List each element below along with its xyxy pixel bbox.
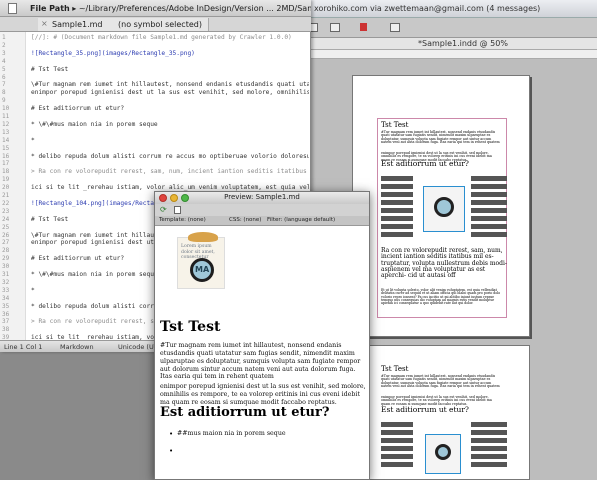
preview-paragraph: #Tur magnam rem iumet int hillautest, no… bbox=[160, 342, 361, 381]
placeholder-line bbox=[381, 446, 413, 451]
placeholder-line bbox=[381, 216, 413, 221]
magnifier-icon: MA bbox=[190, 258, 214, 282]
list-bullet: • bbox=[169, 447, 174, 455]
placed-image-frame[interactable] bbox=[425, 434, 461, 474]
document-tab-label: *Sample1.indd @ 50% bbox=[418, 39, 508, 48]
code-line: \#Tur magnam rem iumet int hillautest, n… bbox=[31, 81, 309, 89]
preview-title-bar: Preview: Sample1.md bbox=[155, 192, 369, 204]
code-line: # Tst Test bbox=[31, 65, 69, 73]
preview-toolbar: ⟳ bbox=[155, 204, 369, 216]
placeholder-line bbox=[471, 176, 507, 181]
placeholder-line bbox=[471, 462, 507, 467]
document-tab[interactable]: *Sample1.indd @ 50% bbox=[300, 38, 597, 50]
placeholder-line bbox=[381, 430, 413, 435]
placed-image-frame[interactable] bbox=[423, 186, 465, 232]
placeholder-line bbox=[471, 422, 507, 427]
hat-icon bbox=[188, 232, 218, 242]
document-icon[interactable] bbox=[174, 206, 181, 214]
preview-title: Preview: Sample1.md bbox=[224, 193, 300, 201]
placeholder-line bbox=[471, 208, 507, 213]
language-selector[interactable]: Markdown bbox=[60, 343, 94, 351]
page-paragraph: #Tur magnam rem iumet int hillautest, no… bbox=[381, 374, 500, 389]
code-line: # Est aditiorrum ut etur? bbox=[31, 105, 125, 113]
placeholder-line bbox=[471, 232, 507, 237]
css-selector[interactable]: CSS: (none) bbox=[229, 217, 261, 223]
document-page[interactable]: Tst Test #Tur magnam rem iumet int hilla… bbox=[352, 345, 530, 480]
code-line: ![Rectangle_35.png](images/Rectangle_35.… bbox=[31, 49, 195, 57]
symbol-label: (no symbol selected) bbox=[118, 20, 202, 29]
refresh-icon[interactable]: ⟳ bbox=[160, 205, 167, 214]
placeholder-line bbox=[471, 200, 507, 205]
list-bullet: • bbox=[169, 430, 174, 438]
page-paragraph: #Tur magnam rem iumet int hillautest, no… bbox=[381, 130, 500, 145]
placeholder-line bbox=[471, 224, 507, 229]
placeholder-line bbox=[471, 184, 507, 189]
placeholder-line bbox=[471, 430, 507, 435]
filter-selector[interactable]: Filter: (language default) bbox=[267, 217, 335, 223]
document-icon bbox=[8, 3, 17, 14]
placeholder-line bbox=[381, 454, 413, 459]
magnifier-icon bbox=[435, 444, 451, 460]
page-paragraph: Ra con re volorepudit rerest, sam, num, … bbox=[381, 247, 507, 280]
close-icon[interactable]: × bbox=[41, 19, 48, 28]
code-line: * delibo repuda dolum alisti corrum re a… bbox=[31, 152, 309, 160]
code-line: * bbox=[31, 136, 35, 144]
placeholder-line bbox=[381, 232, 413, 237]
file-path-label: File Path bbox=[30, 4, 70, 13]
toolbar-icon[interactable] bbox=[330, 23, 340, 32]
magnifier-icon bbox=[434, 197, 454, 217]
preview-heading: Tst Test bbox=[160, 319, 221, 335]
tab-sample1-md[interactable]: × Sample1.md bbox=[38, 18, 110, 31]
placeholder-line bbox=[471, 438, 507, 443]
page-subheading: Est aditiorrum ut etur? bbox=[381, 159, 469, 168]
cursor-position[interactable]: Line 1 Col 1 bbox=[4, 343, 42, 351]
file-path: ~/Library/Preferences/Adobe InDesign/Ver… bbox=[78, 4, 311, 13]
code-line: > Ra con re volorepudit rerest, sam, num… bbox=[31, 168, 309, 176]
document-page[interactable]: Tst Test #Tur magnam rem iumet int hilla… bbox=[352, 75, 530, 337]
preview-subheading: Est aditiorrum ut etur? bbox=[160, 405, 330, 420]
tab-label: Sample1.md bbox=[52, 20, 103, 29]
page-heading: Tst Test bbox=[381, 121, 409, 129]
zoom-button[interactable] bbox=[181, 194, 189, 202]
preview-options-bar: Template: (none) CSS: (none) Filter: (la… bbox=[155, 216, 369, 226]
placeholder-line bbox=[381, 438, 413, 443]
placeholder-line bbox=[471, 446, 507, 451]
placeholder-line bbox=[471, 216, 507, 221]
mail-account-bar: xorohiko.com via zwettemaan@gmail.com (4… bbox=[300, 0, 597, 18]
flag-icon[interactable] bbox=[360, 23, 367, 31]
placeholder-line bbox=[381, 192, 413, 197]
placeholder-line bbox=[471, 454, 507, 459]
mail-account-label: xorohiko.com via zwettemaan@gmail.com (4… bbox=[314, 4, 541, 13]
horizontal-ruler bbox=[300, 50, 597, 59]
preview-content[interactable]: Lorem ipsum dolor sit amet, consectetur … bbox=[155, 227, 369, 479]
toolbar-icon[interactable] bbox=[390, 23, 400, 32]
preview-paragraph: enimpor porepud ignienisi dest ut la sus… bbox=[160, 383, 366, 406]
placeholder-line bbox=[381, 224, 413, 229]
placeholder-line bbox=[381, 200, 413, 205]
code-line: enimpor porepud ignienisi dest ut la sus… bbox=[31, 89, 309, 97]
list-item: ##mus maion nia in porem seque bbox=[177, 430, 286, 437]
placeholder-line bbox=[381, 184, 413, 189]
minimize-button[interactable] bbox=[170, 194, 178, 202]
placeholder-line bbox=[381, 176, 413, 181]
page-heading: Tst Test bbox=[381, 365, 409, 373]
code-line: * \#\#mus maion nia in porem seque bbox=[31, 120, 158, 128]
editor-tab-bar: × Sample1.md (no symbol selected) bbox=[0, 17, 311, 32]
template-selector[interactable]: Template: (none) bbox=[159, 217, 206, 223]
indesign-toolbar bbox=[300, 18, 597, 38]
page-subheading: Est aditiorrum ut etur? bbox=[381, 405, 469, 414]
close-button[interactable] bbox=[159, 194, 167, 202]
document-image: Lorem ipsum dolor sit amet, consectetur … bbox=[177, 232, 225, 289]
placeholder-line bbox=[381, 462, 413, 467]
placeholder-line bbox=[471, 192, 507, 197]
badge-label: MA bbox=[195, 265, 210, 274]
editor-path-bar: File Path ▸ ~/Library/Preferences/Adobe … bbox=[0, 0, 311, 17]
preview-window[interactable]: Preview: Sample1.md ⟳ Template: (none) C… bbox=[154, 191, 370, 480]
placeholder-line bbox=[381, 422, 413, 427]
symbol-popup[interactable]: (no symbol selected) bbox=[104, 18, 209, 31]
code-line: [//]: # (Document markdown file Sample1.… bbox=[31, 34, 292, 41]
page-paragraph: Et ut lit volupta solesto, volor alit ve… bbox=[381, 288, 501, 306]
placeholder-line bbox=[381, 208, 413, 213]
